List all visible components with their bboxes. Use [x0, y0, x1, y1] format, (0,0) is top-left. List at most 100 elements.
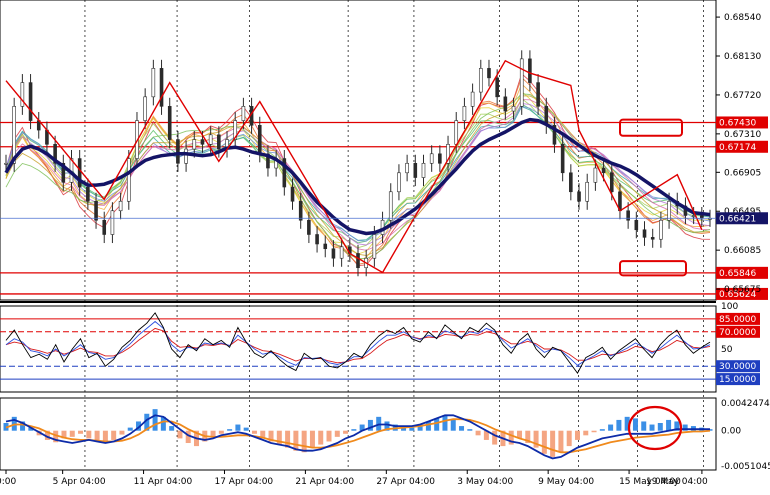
- candle-body: [356, 253, 360, 269]
- macd-histogram-bar: [318, 430, 324, 445]
- macd-histogram-bar: [119, 430, 125, 435]
- candle-body: [208, 134, 213, 145]
- macd-histogram-bar: [343, 430, 349, 434]
- macd-histogram-bar: [251, 430, 257, 434]
- candle-body: [241, 106, 246, 121]
- candle-body: [495, 77, 499, 98]
- macd-histogram-bar: [558, 430, 564, 453]
- macd-histogram-bar: [591, 430, 597, 433]
- macd-axis-label: -0.0051045: [721, 462, 770, 472]
- macd-histogram-bar: [492, 430, 498, 445]
- candle-body: [184, 148, 188, 164]
- oscillator-level-tag: 85.0000: [716, 312, 760, 325]
- macd-histogram-bar: [459, 426, 465, 431]
- time-tick-label: 17 Apr 04:00: [214, 477, 273, 487]
- level-tag-label: 0.67174: [719, 143, 756, 153]
- time-tick-label: 21 Apr 04:00: [295, 477, 354, 487]
- candle-body: [650, 237, 655, 240]
- candle-body: [585, 181, 590, 202]
- candle-body: [4, 162, 8, 165]
- candle-body: [372, 234, 377, 259]
- candle-body: [642, 229, 647, 238]
- time-tick-label: 3 May 04:00: [457, 477, 513, 487]
- candle-body: [94, 200, 98, 221]
- macd-histogram-bar: [657, 423, 663, 431]
- candle-body: [118, 200, 123, 212]
- macd-histogram-bar: [235, 424, 241, 431]
- oscillator-axis-label: 100: [721, 302, 738, 312]
- candle-body: [167, 106, 172, 140]
- price-tick-label: 0.67720: [724, 91, 761, 101]
- macd-histogram-bar: [632, 418, 638, 431]
- candle-body: [536, 82, 540, 107]
- candle-body: [290, 186, 295, 202]
- candle-body: [691, 215, 696, 217]
- candle-body: [307, 219, 311, 235]
- macd-histogram-bar: [334, 430, 340, 437]
- oscillator-level-tag: 30.0000: [716, 360, 760, 373]
- candle-body: [200, 139, 205, 145]
- time-tick-label: 0:00: [0, 477, 16, 487]
- macd-histogram-bar: [550, 430, 556, 457]
- macd-histogram-bar: [649, 424, 655, 431]
- candle-body: [438, 153, 442, 164]
- time-tick-label: 9 May 04:00: [538, 477, 594, 487]
- candle-body: [667, 200, 671, 221]
- candle-body: [298, 200, 303, 221]
- candle-body: [577, 191, 581, 202]
- candle-body: [503, 96, 508, 112]
- macd-histogram-bar: [434, 418, 440, 431]
- candle-body: [601, 167, 606, 174]
- candle-body: [176, 139, 180, 164]
- macd-histogram-bar: [177, 430, 183, 439]
- oscillator-tag-label: 70.0000: [719, 328, 756, 338]
- macd-histogram-bar: [666, 419, 672, 431]
- macd-histogram-bar: [574, 430, 580, 440]
- macd-histogram-bar: [599, 429, 605, 431]
- time-axis: 0:00 5 Apr 04:00 11 Apr 04:00 17 Apr 04:00 2…: [0, 470, 708, 487]
- candle-body: [192, 139, 197, 150]
- price-tick-label: 0.67310: [724, 130, 761, 140]
- macd-histogram-bar: [78, 430, 84, 434]
- price-tick-label: 0.66905: [724, 168, 761, 178]
- candle-body: [429, 153, 434, 164]
- oscillator-panel: 85.0000 70.0000 30.0000 15.0000 100 50: [0, 302, 760, 393]
- price-tick-label: 0.68540: [724, 13, 761, 23]
- macd-histogram-bar: [127, 427, 133, 431]
- time-tick-label: 11 Apr 04:00: [134, 477, 193, 487]
- candle-body: [593, 167, 598, 183]
- candle-body: [626, 210, 630, 221]
- candle-body: [323, 243, 328, 250]
- candle-body: [388, 191, 393, 221]
- candle-body: [454, 120, 459, 145]
- macd-histogram-bar: [169, 426, 175, 431]
- macd-histogram-bar: [86, 430, 92, 439]
- macd-histogram-bar: [566, 430, 572, 447]
- price-tick-label: 0.68130: [724, 52, 761, 62]
- candle-body: [110, 210, 115, 235]
- oscillator-black-line: [5, 312, 711, 374]
- level-tag-label: 0.65846: [719, 269, 756, 279]
- current-price-tag: 0.66421: [716, 212, 768, 225]
- candle-body: [86, 186, 90, 202]
- candle-body: [413, 162, 418, 178]
- candle-body: [217, 134, 221, 150]
- time-tick-label: 27 Apr 04:00: [376, 477, 435, 487]
- oscillator-tag-label: 15.0000: [719, 375, 756, 385]
- candle-body: [102, 219, 107, 235]
- candle-body: [634, 219, 639, 231]
- candle-body: [315, 234, 319, 245]
- macd-histogram-bar: [227, 429, 233, 431]
- candle-body: [421, 162, 426, 178]
- candle-body: [478, 68, 483, 93]
- level-price-tag: 0.67174: [716, 140, 768, 153]
- macd-histogram-bar: [442, 415, 448, 431]
- macd-histogram-bar: [309, 430, 315, 448]
- candle-body: [143, 96, 147, 121]
- price-tick-label: 0.66085: [724, 246, 761, 256]
- macd-histogram-bar: [583, 430, 589, 436]
- macd-histogram-bar: [351, 429, 357, 431]
- candle-body: [126, 158, 131, 202]
- candle-body: [487, 68, 491, 79]
- level-price-tag: 0.65846: [716, 266, 768, 279]
